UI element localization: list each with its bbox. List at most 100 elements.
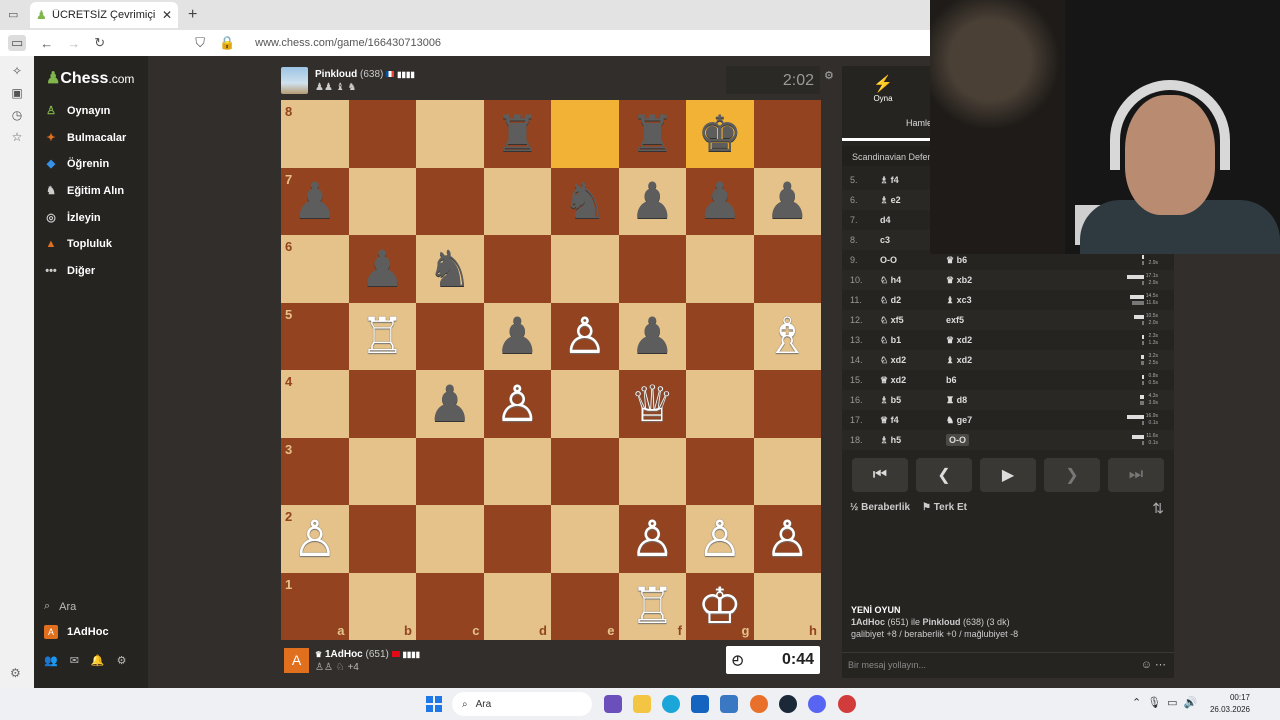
square-f1[interactable]: f ♖ bbox=[618, 572, 686, 640]
square-c4[interactable]: ♟ bbox=[416, 370, 484, 438]
square-h6[interactable] bbox=[753, 235, 821, 303]
black-piece[interactable]: ♟ bbox=[697, 176, 742, 226]
white-move[interactable]: ♘ h4 bbox=[880, 275, 946, 286]
square-c1[interactable]: c bbox=[416, 572, 484, 640]
black-move[interactable]: ♛ xb2 bbox=[946, 275, 1096, 286]
store-icon[interactable] bbox=[691, 695, 709, 713]
star-icon[interactable]: ☆ bbox=[0, 130, 34, 144]
nav-more[interactable]: ••• Diğer bbox=[44, 264, 95, 278]
black-piece[interactable]: ♜ bbox=[630, 109, 675, 159]
new-game-player-a[interactable]: 1AdHoc bbox=[851, 617, 885, 627]
square-h2[interactable]: ♙ bbox=[753, 505, 821, 573]
black-piece[interactable]: ♟ bbox=[765, 176, 810, 226]
resign-button[interactable]: ⚑ Terk Et bbox=[922, 502, 967, 513]
nav-coach[interactable]: ♞ Eğitim Alın bbox=[44, 184, 124, 198]
square-d4[interactable]: ♙ bbox=[483, 370, 551, 438]
black-piece[interactable]: ♟ bbox=[360, 244, 405, 294]
square-c2[interactable] bbox=[416, 505, 484, 573]
file-explorer-icon[interactable] bbox=[633, 695, 651, 713]
emoji-icon[interactable]: ☺ ⋯ bbox=[1141, 658, 1166, 671]
nav-watch[interactable]: ◎ İzleyin bbox=[44, 211, 100, 225]
square-e1[interactable]: e bbox=[551, 572, 619, 640]
player-avatar[interactable]: A bbox=[284, 648, 309, 673]
square-a5[interactable]: 5 bbox=[281, 302, 349, 370]
black-piece[interactable]: ♟ bbox=[495, 311, 540, 361]
bell-icon[interactable]: 🔔 bbox=[91, 654, 105, 667]
square-f3[interactable] bbox=[618, 437, 686, 505]
square-c6[interactable]: ♞ bbox=[416, 235, 484, 303]
windows-start-icon[interactable] bbox=[426, 696, 442, 712]
outlook-icon[interactable] bbox=[720, 695, 738, 713]
first-move-button[interactable]: ⏮ bbox=[852, 458, 908, 492]
square-b7[interactable] bbox=[348, 167, 416, 235]
square-a8[interactable]: 8 bbox=[281, 100, 349, 168]
app-red-icon[interactable] bbox=[838, 695, 856, 713]
square-g1[interactable]: g ♔ bbox=[686, 572, 754, 640]
black-move[interactable]: ♝ xd2 bbox=[946, 355, 1096, 366]
white-piece[interactable]: ♖ bbox=[630, 581, 675, 631]
square-a7[interactable]: 7 ♟ bbox=[281, 167, 349, 235]
white-move[interactable]: ♘ xf5 bbox=[880, 315, 946, 326]
white-move[interactable]: ♗ h5 bbox=[880, 435, 946, 446]
white-move[interactable]: ♘ d2 bbox=[880, 295, 946, 306]
square-f8[interactable]: ♜ bbox=[618, 100, 686, 168]
player-name[interactable]: ♛ 1AdHoc (651) ▮▮▮▮ bbox=[315, 649, 420, 660]
white-piece[interactable]: ♖ bbox=[360, 311, 405, 361]
clock[interactable]: 00:17 26.03.2026 bbox=[1210, 692, 1250, 716]
next-move-button[interactable]: ❯ bbox=[1044, 458, 1100, 492]
square-h7[interactable]: ♟ bbox=[753, 167, 821, 235]
spark-icon[interactable]: ✧ bbox=[0, 64, 34, 78]
black-piece[interactable]: ♟ bbox=[630, 176, 675, 226]
white-move[interactable]: ♘ b1 bbox=[880, 335, 946, 346]
sidebar-toggle-icon[interactable]: ▭ bbox=[8, 35, 27, 51]
square-g7[interactable]: ♟ bbox=[686, 167, 754, 235]
system-tray[interactable]: ⌃🎙▭🔊 bbox=[1132, 696, 1203, 709]
black-move[interactable]: ♜ d8 bbox=[946, 395, 1096, 406]
square-b4[interactable] bbox=[348, 370, 416, 438]
square-d1[interactable]: d bbox=[483, 572, 551, 640]
bookmark-panel-icon[interactable]: ▣ bbox=[0, 86, 34, 100]
square-e3[interactable] bbox=[551, 437, 619, 505]
square-g8[interactable]: ♚ bbox=[686, 100, 754, 168]
square-c5[interactable] bbox=[416, 302, 484, 370]
black-piece[interactable]: ♜ bbox=[495, 109, 540, 159]
black-piece[interactable]: ♟ bbox=[427, 379, 472, 429]
square-f5[interactable]: ♟ bbox=[618, 302, 686, 370]
discord-icon[interactable] bbox=[808, 695, 826, 713]
black-move[interactable]: ♛ b6 bbox=[946, 255, 1096, 266]
black-move[interactable]: O-O bbox=[946, 434, 1096, 446]
black-piece[interactable]: ♞ bbox=[427, 244, 472, 294]
square-b5[interactable]: ♖ bbox=[348, 302, 416, 370]
black-move[interactable]: b6 bbox=[946, 375, 1096, 385]
square-d7[interactable] bbox=[483, 167, 551, 235]
square-h8[interactable] bbox=[753, 100, 821, 168]
opponent-name[interactable]: Pinkloud (638) ▮▮▮▮ bbox=[315, 69, 415, 80]
previous-move-button[interactable]: ❮ bbox=[916, 458, 972, 492]
square-f7[interactable]: ♟ bbox=[618, 167, 686, 235]
new-tab-button[interactable]: + bbox=[188, 6, 197, 24]
white-move[interactable]: ♗ b5 bbox=[880, 395, 946, 406]
square-b3[interactable] bbox=[348, 437, 416, 505]
mail-icon[interactable]: ✉ bbox=[70, 654, 79, 667]
forward-icon[interactable]: → bbox=[67, 36, 80, 51]
sidebar-search[interactable]: ⌕ Ara bbox=[44, 600, 76, 613]
white-move[interactable]: ♕ f4 bbox=[880, 415, 946, 426]
square-a3[interactable]: 3 bbox=[281, 437, 349, 505]
square-d2[interactable] bbox=[483, 505, 551, 573]
square-c3[interactable] bbox=[416, 437, 484, 505]
taskbar-search[interactable]: ⌕ Ara bbox=[452, 692, 592, 716]
nav-play[interactable]: ♙ Oynayın bbox=[44, 104, 110, 118]
board-settings-icon[interactable]: ⚙ bbox=[824, 69, 834, 82]
nav-learn[interactable]: ◆ Öğrenin bbox=[44, 157, 109, 171]
white-move[interactable]: ♕ xd2 bbox=[880, 375, 946, 386]
black-piece[interactable]: ♚ bbox=[697, 109, 742, 159]
black-move[interactable]: ♞ ge7 bbox=[946, 415, 1096, 426]
settings-icon[interactable]: ⚙ bbox=[117, 654, 127, 667]
square-e7[interactable]: ♞ bbox=[551, 167, 619, 235]
square-b8[interactable] bbox=[348, 100, 416, 168]
square-h3[interactable] bbox=[753, 437, 821, 505]
close-tab-icon[interactable]: ✕ bbox=[162, 8, 172, 22]
square-h1[interactable]: h bbox=[753, 572, 821, 640]
white-piece[interactable]: ♙ bbox=[562, 311, 607, 361]
square-f6[interactable] bbox=[618, 235, 686, 303]
